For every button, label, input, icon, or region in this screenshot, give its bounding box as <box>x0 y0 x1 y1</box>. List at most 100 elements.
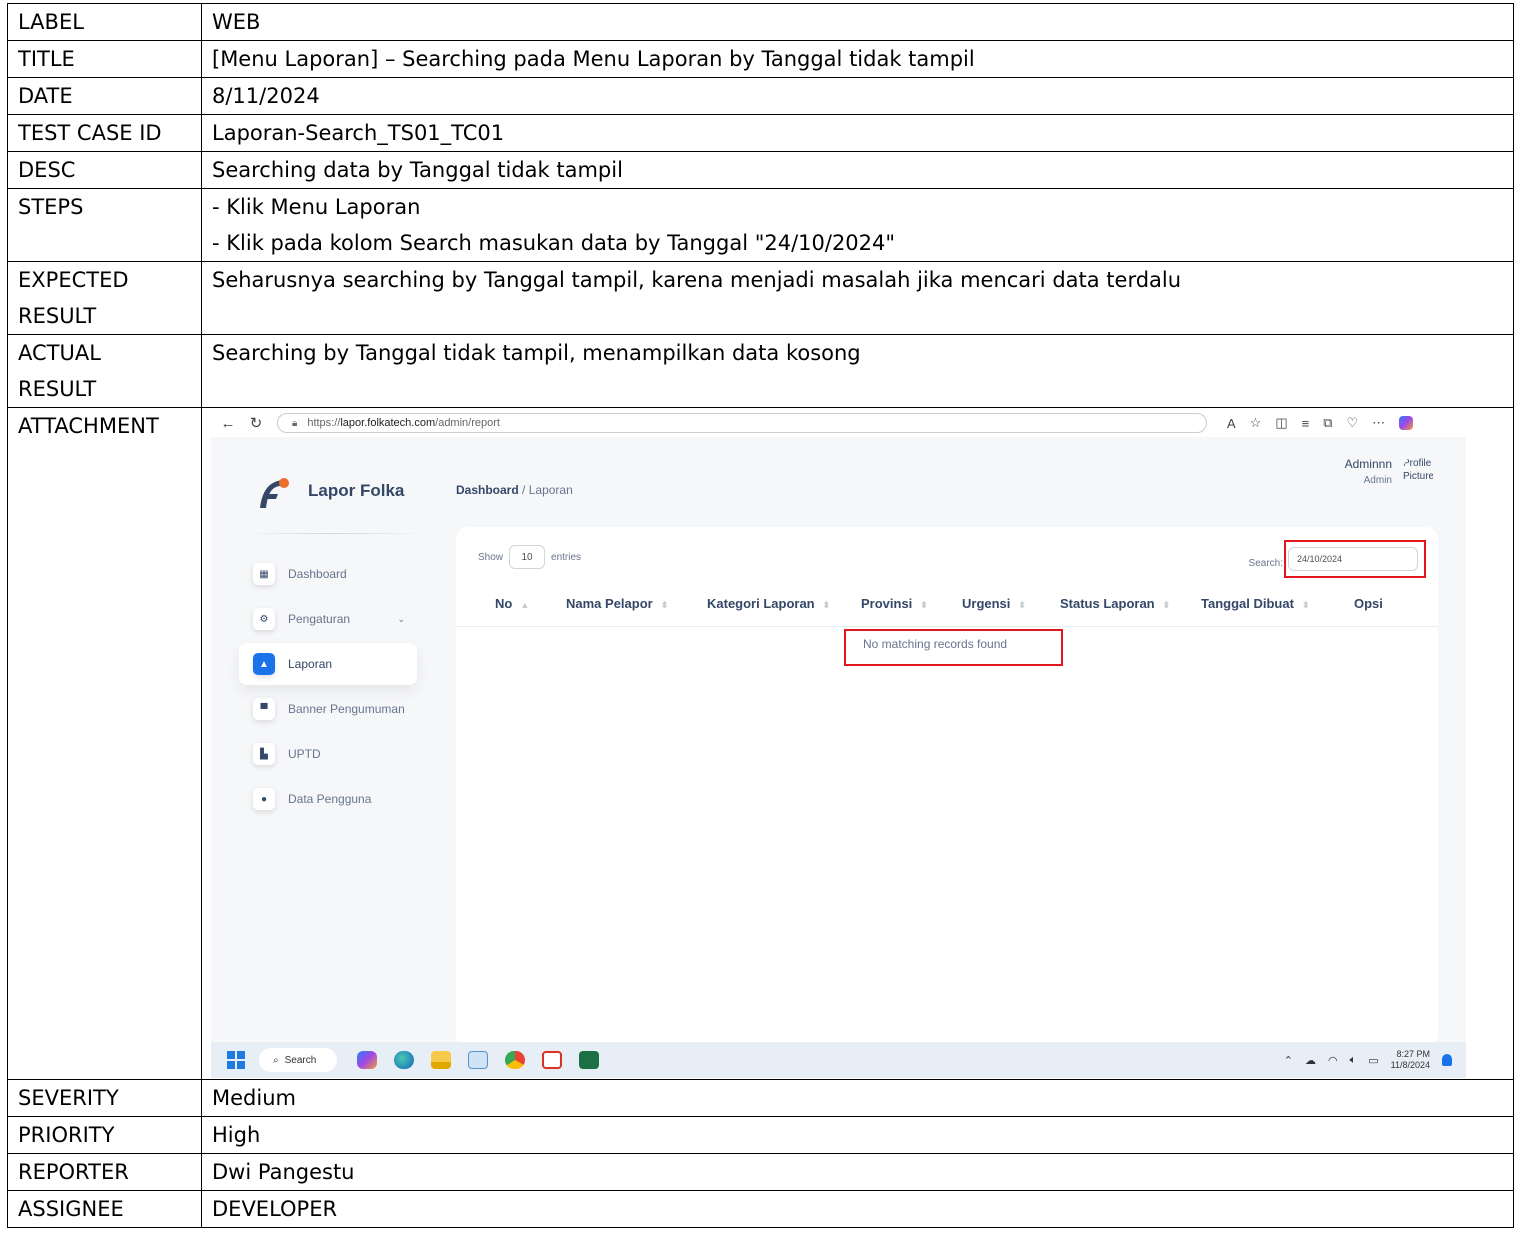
entries-select[interactable]: 10 <box>509 545 546 569</box>
sidebar-item-pengaturan[interactable]: ⚙ Pengaturan ⌄ <box>239 598 417 640</box>
favorites-bar-icon[interactable]: ≡ <box>1302 416 1310 431</box>
report-row-date: DATE 8/11/2024 <box>7 77 1514 115</box>
row-key: PRIORITY <box>7 1116 202 1154</box>
favorite-icon[interactable]: ☆ <box>1250 415 1262 431</box>
address-bar[interactable]: 🔒︎ https://lapor.folkatech.com/admin/rep… <box>277 413 1207 433</box>
attachment-screenshot: ← ↻ 🔒︎ https://lapor.folkatech.com/admin… <box>211 409 1466 1078</box>
column-label: Status Laporan <box>1060 596 1155 611</box>
sidebar-item-label: Pengaturan <box>288 612 351 626</box>
taskbar-search-label: Search <box>284 1054 317 1066</box>
row-value: Seharusnya searching by Tanggal tampil, … <box>201 261 1514 335</box>
taskbar-clock[interactable]: 8:27 PM 11/8/2024 <box>1391 1049 1430 1071</box>
report-row-actual: ACTUAL RESULT Searching by Tanggal tidak… <box>7 334 1514 408</box>
sidebar-item-laporan[interactable]: ▲ Laporan <box>239 643 417 685</box>
column-header-urgensi[interactable]: Urgensi ⬍ <box>962 596 1026 611</box>
sidebar-item-label: Banner Pengumuman <box>288 702 405 716</box>
sidebar: Lapor Folka ▦ Dashboard ⚙ Pengaturan ⌄ ▲… <box>211 437 456 1042</box>
cloud-icon[interactable]: ☁ <box>1305 1054 1316 1067</box>
column-header-nama-pelapor[interactable]: Nama Pelapor ⬍ <box>566 596 668 611</box>
profile-name[interactable]: Adminnn <box>1345 457 1392 471</box>
row-value: Searching data by Tanggal tidak tampil <box>201 151 1514 189</box>
battery-icon[interactable]: ▭ <box>1368 1054 1378 1067</box>
warning-icon: ▲ <box>253 653 275 675</box>
url-host: lapor.folkatech.com <box>340 417 436 429</box>
gear-icon: ⚙ <box>253 608 275 630</box>
row-value: DEVELOPER <box>201 1190 1514 1228</box>
file-explorer-icon[interactable] <box>431 1051 451 1069</box>
report-row-expected: EXPECTED RESULT Seharusnya searching by … <box>7 261 1514 335</box>
column-header-kategori-laporan[interactable]: Kategori Laporan ⬍ <box>707 596 830 611</box>
column-label: Provinsi <box>861 596 913 611</box>
wifi-icon[interactable]: ◠ <box>1328 1054 1338 1067</box>
report-row-attachment: ATTACHMENT ← ↻ 🔒︎ https://lapor.folkatec… <box>7 407 1514 1080</box>
announcement-icon: ▀ <box>253 698 275 720</box>
collections-icon[interactable]: ⧉ <box>1323 415 1332 431</box>
sidebar-item-dashboard[interactable]: ▦ Dashboard <box>239 553 417 595</box>
column-header-provinsi[interactable]: Provinsi ⬍ <box>861 596 928 611</box>
row-key: ATTACHMENT <box>7 407 202 1080</box>
report-row-label: LABEL WEB <box>7 3 1514 41</box>
back-arrow-icon[interactable]: ← <box>217 415 239 432</box>
clock-time: 8:27 PM <box>1396 1049 1430 1059</box>
breadcrumb-root[interactable]: Dashboard <box>456 483 519 497</box>
url-prefix: https:// <box>307 417 341 429</box>
app-page: Lapor Folka ▦ Dashboard ⚙ Pengaturan ⌄ ▲… <box>211 437 1466 1047</box>
column-label: Tanggal Dibuat <box>1201 596 1294 611</box>
empty-message-highlight-box <box>844 629 1063 666</box>
key-line: RESULT <box>18 304 97 328</box>
row-key: TITLE <box>7 40 202 78</box>
column-header-status-laporan[interactable]: Status Laporan ⬍ <box>1060 596 1170 611</box>
row-value: Laporan-Search_TS01_TC01 <box>201 114 1514 152</box>
sort-icon: ▲ <box>520 600 530 610</box>
system-tray: ⌃ ☁ ◠ 🔈︎ ▭ 8:27 PM 11/8/2024 <box>1284 1049 1452 1071</box>
column-header-tanggal-dibuat[interactable]: Tanggal Dibuat ⬍ <box>1201 596 1309 611</box>
refresh-icon[interactable]: ↻ <box>245 414 267 432</box>
read-aloud-icon[interactable]: A <box>1227 416 1236 431</box>
profile-role: Admin <box>1363 475 1392 486</box>
row-key: DESC <box>7 151 202 189</box>
grid-icon: ▦ <box>253 563 275 585</box>
sidebar-item-uptd[interactable]: ▙ UPTD <box>239 733 417 775</box>
brand-name: Lapor Folka <box>308 481 405 500</box>
breadcrumb-separator: / <box>522 483 526 497</box>
sidebar-item-data-pengguna[interactable]: ● Data Pengguna <box>239 778 417 820</box>
building-icon: ▙ <box>253 743 275 765</box>
copilot-app-icon[interactable] <box>357 1051 377 1069</box>
report-row-steps: STEPS - Klik Menu Laporan - Klik pada ko… <box>7 188 1514 262</box>
chrome-browser-icon[interactable] <box>505 1051 525 1069</box>
edge-browser-icon[interactable] <box>394 1051 414 1069</box>
column-header-no[interactable]: No ▲ <box>495 596 529 611</box>
more-icon[interactable]: ⋯ <box>1372 415 1385 431</box>
notification-bell-icon[interactable] <box>1442 1054 1452 1066</box>
chevron-down-icon: ⌄ <box>397 613 405 624</box>
taskbar-search[interactable]: ⌕ Search <box>259 1048 337 1072</box>
sidebar-item-banner-pengumuman[interactable]: ▀ Banner Pengumuman <box>239 688 417 730</box>
row-value: - Klik Menu Laporan - Klik pada kolom Se… <box>201 188 1514 262</box>
sort-icon: ⬍ <box>1018 600 1026 610</box>
volume-icon[interactable]: 🔈︎ <box>1350 1054 1357 1067</box>
attachment-cell: ← ↻ 🔒︎ https://lapor.folkatech.com/admin… <box>201 407 1514 1080</box>
row-value: 8/11/2024 <box>201 77 1514 115</box>
row-key: REPORTER <box>7 1153 202 1191</box>
row-key: EXPECTED RESULT <box>7 261 202 335</box>
sidebar-item-label: Laporan <box>288 657 333 671</box>
copilot-icon[interactable] <box>1399 416 1414 430</box>
excel-app-icon[interactable] <box>579 1051 599 1069</box>
split-screen-icon[interactable]: ◫ <box>1275 415 1287 431</box>
breadcrumb-current: Laporan <box>528 483 573 497</box>
search-label: Search: <box>1248 558 1283 569</box>
column-header-opsi: Opsi <box>1354 596 1383 611</box>
step-line: - Klik Menu Laporan <box>212 195 421 219</box>
photos-app-icon[interactable] <box>468 1051 488 1069</box>
windows-start-icon[interactable] <box>227 1051 245 1069</box>
table-header: No ▲ Nama Pelapor ⬍ Kategori Laporan ⬍ Prov… <box>456 593 1438 627</box>
column-label: Opsi <box>1354 596 1383 611</box>
entries-control: Show 10 entries <box>478 545 581 569</box>
key-line: RESULT <box>18 377 97 401</box>
breadcrumb: Dashboard / Laporan <box>456 483 573 497</box>
pdf-reader-icon[interactable] <box>542 1051 562 1069</box>
extensions-icon[interactable]: ♡ <box>1347 415 1359 431</box>
column-label: No <box>495 596 513 611</box>
chevron-up-icon[interactable]: ⌃ <box>1284 1054 1293 1067</box>
avatar[interactable]: Profile Picture <box>1403 455 1433 503</box>
